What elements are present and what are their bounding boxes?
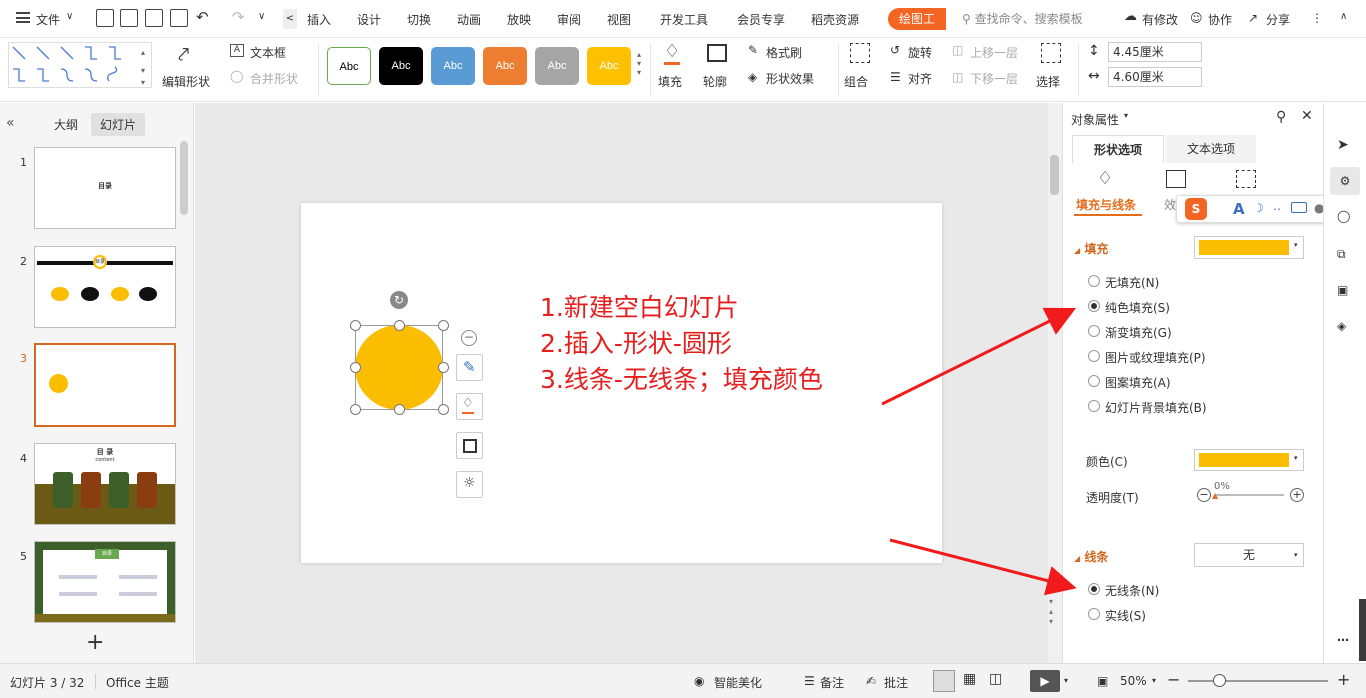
chevron-down-icon[interactable]: ▾ [1152,676,1156,685]
status-bar: 幻灯片 3 / 32 Office 主题 ◉ 智能美化 ☰ 备注 ✍ 批注 ▦ … [0,663,1366,698]
zoom-slider-thumb[interactable] [1213,674,1226,687]
annotation-arrows [881,307,1077,596]
comment-button[interactable]: 批注 [884,674,908,691]
reading-view-icon[interactable]: ◫ [989,671,1002,687]
notes-icon: ☰ [804,674,815,688]
zoom-in-button[interactable]: + [1337,670,1350,689]
play-button[interactable]: ▶ [1030,670,1060,692]
zoom-value[interactable]: 50% [1120,674,1147,688]
arrow-to-solid-fill [881,307,1077,406]
notes-button[interactable]: 备注 [820,674,844,691]
beautify-button[interactable]: 智能美化 [714,674,762,691]
theme-name[interactable]: Office 主题 [106,674,169,691]
slide-counter: 幻灯片 3 / 32 [10,676,85,690]
comment-icon: ✍ [866,674,877,688]
grid-view-icon[interactable]: ▦ [963,671,976,687]
beautify-icon: ◉ [694,674,705,688]
fit-window-icon[interactable]: ▣ [1097,674,1108,688]
chevron-down-icon[interactable]: ▾ [1064,676,1068,685]
normal-view-icon[interactable] [933,670,955,692]
zoom-slider[interactable] [1188,680,1328,682]
arrow-to-no-line [889,538,1077,596]
zoom-out-button[interactable]: − [1167,670,1180,689]
